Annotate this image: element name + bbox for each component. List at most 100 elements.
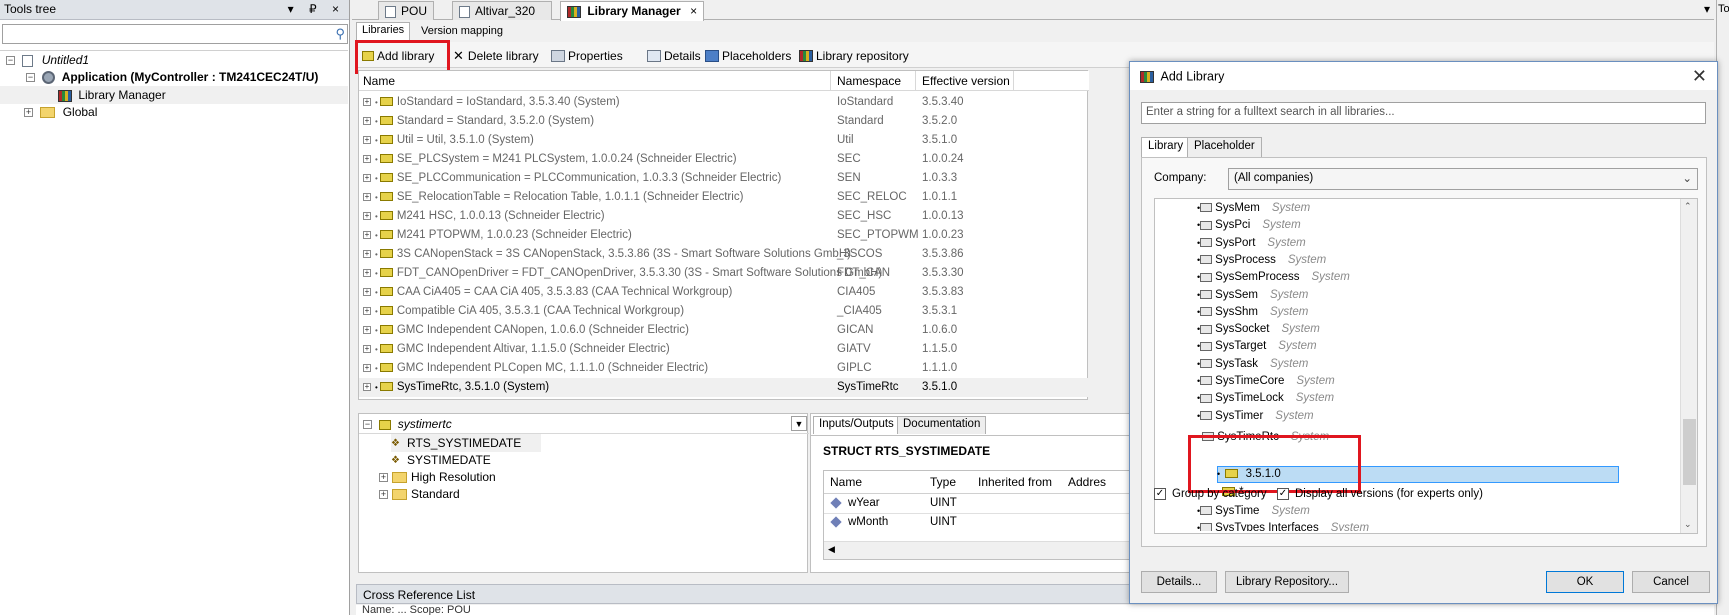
library-row[interactable]: + • 3S CANopenStack = 3S CANopenStack, 3.5… — [359, 245, 1089, 264]
collapse-icon[interactable]: − — [363, 420, 372, 430]
library-item[interactable]: • SysProcess System — [1197, 251, 1326, 270]
expand-icon[interactable]: + — [363, 97, 371, 106]
expand-icon[interactable]: + — [379, 490, 388, 500]
scroll-down-icon[interactable]: ⌄ — [1684, 519, 1692, 530]
close-icon[interactable]: ✕ — [1692, 66, 1707, 87]
chevron-down-icon[interactable]: ⌄ — [1682, 171, 1692, 185]
library-item[interactable]: • SysSem System — [1197, 286, 1308, 305]
library-item[interactable]: • SysPort System — [1197, 234, 1306, 253]
display-all-versions-checkbox[interactable]: ✓ Display all versions (for experts only) — [1277, 488, 1483, 500]
tab-documentation[interactable]: Documentation — [897, 416, 987, 434]
column-name[interactable]: Name — [363, 74, 395, 88]
library-row[interactable]: + • Util = Util, 3.5.1.0 (System) Util 3.5.1… — [359, 131, 1089, 150]
fulltext-search-input[interactable]: Enter a string for a fulltext search in … — [1141, 102, 1706, 124]
library-row[interactable]: + • FDT_CANOpenDriver = FDT_CANOpenDriver,… — [359, 264, 1089, 283]
tab-libraries[interactable]: Libraries — [356, 22, 411, 40]
column-namespace[interactable]: Namespace — [837, 74, 901, 88]
tree-item-high-resolution[interactable]: + High Resolution — [379, 468, 496, 486]
library-row[interactable]: + • SysTimeRtc, 3.5.1.0 (System) SysTimeRtc… — [359, 378, 1089, 397]
library-content-selector[interactable]: − systimertc ▼ — [359, 414, 809, 434]
tab-inputs-outputs[interactable]: Inputs/Outputs — [813, 416, 900, 434]
tree-item-standard[interactable]: + Standard — [379, 485, 460, 503]
library-item[interactable]: • SysTimeCore System — [1197, 372, 1335, 391]
expand-icon[interactable]: + — [363, 249, 371, 258]
expand-icon[interactable]: + — [363, 306, 371, 315]
scrollbar-thumb[interactable] — [1683, 419, 1696, 485]
library-item[interactable]: • SysShm System — [1197, 303, 1308, 322]
expand-icon[interactable]: + — [363, 192, 371, 201]
tools-tree-header-buttons[interactable]: ▾ ₽ × — [288, 2, 345, 16]
expand-icon[interactable]: + — [363, 382, 371, 391]
expand-icon[interactable]: + — [363, 230, 371, 239]
cancel-button[interactable]: Cancel — [1632, 571, 1710, 593]
close-icon[interactable]: × — [690, 4, 697, 18]
expand-icon[interactable]: + — [363, 268, 371, 277]
library-item[interactable]: • SysTask System — [1197, 355, 1308, 374]
library-item[interactable]: • SysMem System — [1197, 199, 1310, 218]
library-row[interactable]: + • GMC Independent Altivar, 1.1.5.0 (Schn… — [359, 340, 1089, 359]
right-panel-label[interactable]: Too — [1718, 3, 1729, 15]
details-button[interactable]: Details... — [1141, 571, 1217, 593]
library-item[interactable]: • SysSocket System — [1197, 320, 1320, 339]
io-row-name[interactable]: wMonth — [830, 516, 888, 528]
library-row[interactable]: + • Compatible CiA 405, 3.5.3.1 (CAA Techn… — [359, 302, 1089, 321]
library-row[interactable]: + • SE_PLCCommunication = PLCCommunication… — [359, 169, 1089, 188]
details-button[interactable]: Details — [644, 45, 704, 65]
library-repository-button[interactable]: Library Repository... — [1225, 571, 1349, 593]
library-row[interactable]: + • CAA CiA405 = CAA CiA 405, 3.5.3.83 (CA… — [359, 283, 1089, 302]
group-by-category-checkbox[interactable]: ✓ Group by category — [1154, 488, 1267, 500]
company-select[interactable]: (All companies) ⌄ — [1228, 168, 1698, 190]
collapse-icon[interactable]: − — [26, 73, 35, 83]
library-row[interactable]: + • Standard = Standard, 3.5.2.0 (System) S… — [359, 112, 1089, 131]
tree-item-application[interactable]: − Application (MyController : TM241CEC24… — [26, 68, 318, 86]
tree-item-rts-systimedate[interactable]: ❖ RTS_SYSTIMEDATE — [391, 434, 542, 452]
expand-icon[interactable]: + — [363, 135, 371, 144]
tab-library-manager[interactable]: Library Manager × — [560, 1, 705, 21]
library-repository-button[interactable]: Library repository — [796, 45, 912, 65]
chevron-down-icon[interactable]: ▼ — [791, 416, 807, 431]
tree-item-library-manager[interactable]: Library Manager — [0, 86, 348, 104]
tab-altivar-320[interactable]: Altivar_320 — [452, 1, 552, 20]
library-row[interactable]: + • IoStandard = IoStandard, 3.5.3.40 (Sys… — [359, 93, 1089, 112]
library-row[interactable]: + • GMC Independent CANopen, 1.0.6.0 (Schn… — [359, 321, 1089, 340]
expand-icon[interactable]: + — [24, 108, 33, 118]
tab-pou[interactable]: POU — [378, 1, 435, 20]
vertical-scrollbar[interactable]: ⌃ ⌄ — [1680, 199, 1697, 533]
tree-item-untitled1[interactable]: − Untitled1 — [6, 51, 89, 69]
ok-button[interactable]: OK — [1546, 571, 1624, 593]
tab-library[interactable]: Library — [1141, 137, 1191, 157]
tree-item-global[interactable]: + Global — [24, 103, 97, 121]
expand-icon[interactable]: + — [363, 325, 371, 334]
library-row[interactable]: + • M241 HSC, 1.0.0.13 (Schneider Electric… — [359, 207, 1089, 226]
search-icon[interactable]: ⚲ — [335, 26, 345, 42]
delete-library-button[interactable]: ✕ Delete library — [450, 45, 542, 65]
placeholders-button[interactable]: Placeholders — [702, 45, 794, 65]
properties-button[interactable]: Properties — [548, 45, 626, 65]
expand-icon[interactable]: + — [379, 473, 388, 483]
checkmark-icon[interactable]: ✓ — [1277, 488, 1289, 500]
expand-icon[interactable]: + — [363, 173, 371, 182]
library-item[interactable]: • SysTimeLock System — [1197, 389, 1334, 408]
io-row-name[interactable]: wYear — [830, 497, 880, 509]
expand-icon[interactable]: + — [363, 344, 371, 353]
library-row[interactable]: + • GMC Independent PLCopen MC, 1.1.1.0 (S… — [359, 359, 1089, 378]
library-row[interactable]: + • M241 PTOPWM, 1.0.0.23 (Schneider Elect… — [359, 226, 1089, 245]
column-effective-version[interactable]: Effective version — [922, 74, 1010, 88]
library-item[interactable]: • SysPci System — [1197, 216, 1301, 235]
expand-icon[interactable]: + — [363, 211, 371, 220]
tab-placeholder[interactable]: Placeholder — [1187, 137, 1262, 157]
tree-item-systimedate[interactable]: ❖ SYSTIMEDATE — [391, 451, 491, 469]
expand-icon[interactable]: + — [363, 363, 371, 372]
library-item[interactable]: • SysTimer System — [1197, 407, 1314, 426]
collapse-icon[interactable]: − — [6, 56, 15, 66]
tabs-dropdown-icon[interactable]: ▾ — [1704, 2, 1710, 16]
library-row[interactable]: + • SE_RelocationTable = Relocation Table,… — [359, 188, 1089, 207]
library-row[interactable]: + • SE_PLCSystem = M241 PLCSystem, 1.0.0.2… — [359, 150, 1089, 169]
scroll-up-icon[interactable]: ⌃ — [1684, 201, 1692, 212]
expand-icon[interactable]: + — [363, 287, 371, 296]
tools-tree-search-input[interactable]: ⚲ — [2, 24, 348, 44]
scroll-left-icon[interactable]: ◀ — [828, 544, 835, 555]
library-item[interactable]: • SysSemProcess System — [1197, 268, 1350, 287]
expand-icon[interactable]: + — [363, 116, 371, 125]
checkmark-icon[interactable]: ✓ — [1154, 488, 1166, 500]
